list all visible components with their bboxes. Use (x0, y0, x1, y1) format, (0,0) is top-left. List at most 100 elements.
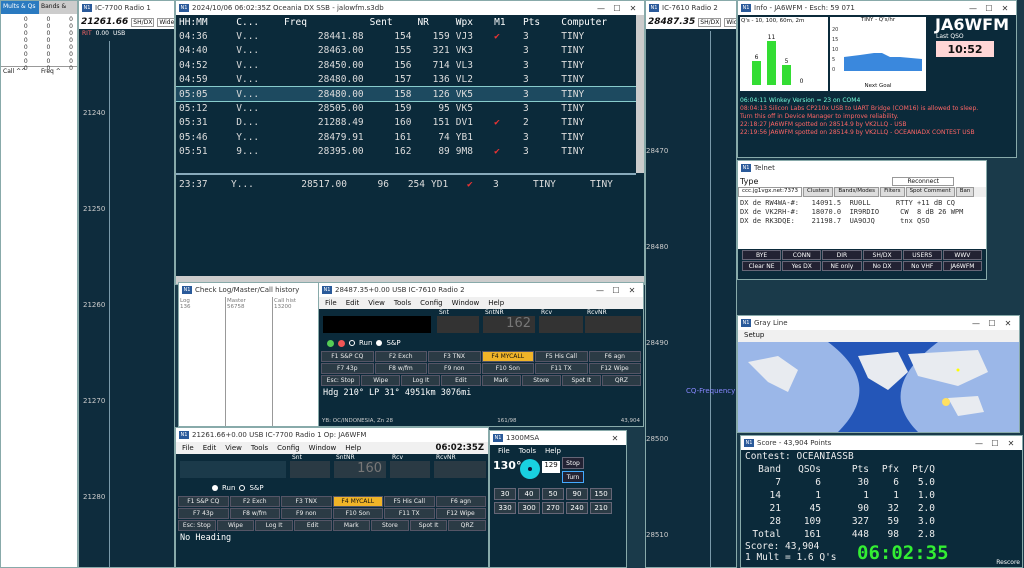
table-row[interactable]: 04:40 V... 28463.00 155 321 VK3 3 TINY (176, 44, 644, 58)
function-key-button[interactable]: F2 Exch (229, 496, 280, 507)
tab-bands[interactable]: Bands & (39, 1, 77, 14)
telnet-button[interactable]: No VHF (902, 261, 942, 271)
telnet-tab[interactable]: Bands/Modes (834, 187, 880, 197)
function-key-button[interactable]: F6 agn (588, 351, 641, 362)
rotor-preset-button[interactable]: 40 (518, 488, 540, 500)
function-key-button[interactable]: Log It (255, 520, 293, 531)
function-key-button[interactable]: F8 w/fm (374, 363, 427, 374)
call-column-header[interactable]: Call ^^ (1, 67, 39, 76)
menu-item[interactable]: File (182, 444, 194, 452)
radio2-shdx-button[interactable]: SH/DX (698, 17, 722, 27)
function-key-button[interactable]: F2 Exch (374, 351, 427, 362)
telnet-button[interactable]: Clear NE (742, 261, 782, 271)
function-key-button[interactable]: F8 w/fm (229, 508, 280, 519)
close-icon[interactable]: ✕ (607, 434, 623, 443)
grayline-map[interactable] (738, 342, 1020, 432)
minimize-icon[interactable]: — (592, 286, 608, 295)
function-key-button[interactable]: F1 S&P CQ (321, 351, 374, 362)
menu-item[interactable]: Tools (394, 299, 411, 307)
maximize-icon[interactable]: ☐ (981, 4, 997, 13)
function-key-button[interactable]: F3 TNX (281, 496, 332, 507)
radio1-freq-ruler[interactable] (109, 41, 110, 567)
telnet-button[interactable]: Yes DX (782, 261, 822, 271)
checklog-col-master[interactable]: Master 56758 (226, 297, 273, 426)
telnet-button[interactable]: WWV (942, 250, 982, 260)
rotor-preset-button[interactable]: 210 (590, 502, 612, 514)
telnet-spot-line[interactable]: DX de RK3DQE: 21198.7 UA9OJQ tnx QSO (740, 217, 984, 226)
menu-item[interactable]: File (325, 299, 337, 307)
entry2-callsign-input[interactable] (323, 316, 431, 333)
col-sent[interactable]: Sent (367, 15, 415, 29)
function-key-button[interactable]: F3 TNX (428, 351, 481, 362)
run-radio[interactable] (212, 485, 218, 491)
telnet-button[interactable]: DIR (822, 250, 862, 260)
function-key-button[interactable]: Mark (332, 520, 371, 531)
menu-item[interactable]: Window (309, 444, 337, 452)
telnet-tab[interactable]: Filters (880, 187, 905, 197)
maximize-icon[interactable]: ☐ (609, 4, 625, 13)
menu-item[interactable]: Help (545, 447, 561, 455)
radio1-shdx-button[interactable]: SH/DX (131, 17, 155, 27)
menu-item[interactable]: View (368, 299, 385, 307)
close-icon[interactable]: ✕ (1000, 319, 1016, 328)
rotor-preset-button[interactable]: 270 (542, 502, 564, 514)
function-key-button[interactable]: Wipe (216, 520, 255, 531)
menu-item[interactable]: File (498, 447, 510, 455)
sp-radio[interactable] (239, 485, 246, 491)
entry1-rcvnr-input[interactable] (434, 461, 486, 478)
function-key-button[interactable]: Spot It (409, 520, 448, 531)
radio1-wide-button[interactable]: Wide (157, 17, 174, 27)
menu-item[interactable]: Help (345, 444, 361, 452)
table-row[interactable]: 23:37 Y... 28517.00 96 254 YD1 ✔ 3 TINY … (176, 177, 644, 191)
maximize-icon[interactable]: ☐ (608, 286, 624, 295)
cq-frequency-label[interactable]: CQ-Frequency (686, 387, 735, 395)
telnet-tab[interactable]: Clusters (802, 187, 834, 197)
function-key-button[interactable]: Esc: Stop (321, 375, 361, 386)
table-row[interactable]: 05:46 Y... 28479.91 161 74 YB1 3 TINY (176, 130, 644, 144)
menu-item[interactable]: Help (488, 299, 504, 307)
reconnect-button[interactable]: Reconnect (892, 176, 954, 186)
entry1-callsign-input[interactable] (180, 461, 286, 478)
function-key-button[interactable]: F7 43p (178, 508, 229, 519)
telnet-button[interactable]: JA6WFM (942, 261, 982, 271)
menu-item[interactable]: Window (452, 299, 480, 307)
checklog-col-log[interactable]: Log 136 (179, 297, 226, 426)
close-icon[interactable]: ✕ (624, 286, 640, 295)
entry2-rcvnr-input[interactable] (585, 316, 641, 333)
rotor-compass-icon[interactable] (520, 459, 540, 479)
function-key-button[interactable]: F7 43p (321, 363, 374, 374)
log-scrollbar[interactable] (636, 15, 644, 173)
table-row[interactable]: 04:59 V... 28480.00 157 136 VL2 3 TINY (176, 73, 644, 87)
minimize-icon[interactable]: — (971, 439, 987, 448)
function-key-button[interactable]: F10 Son (481, 363, 534, 374)
close-icon[interactable]: ✕ (1003, 439, 1019, 448)
telnet-button[interactable]: NE only (822, 261, 862, 271)
table-row[interactable]: 05:31 D... 21288.49 160 151 DV1 ✔ 2 TINY (176, 116, 644, 130)
radio2-wide-button[interactable]: Wide (724, 17, 736, 27)
function-key-button[interactable]: Edit (441, 375, 481, 386)
telnet-button[interactable]: CONN (782, 250, 822, 260)
maximize-icon[interactable]: ☐ (984, 319, 1000, 328)
col-wpx[interactable]: Wpx (453, 15, 491, 29)
function-key-button[interactable]: F9 non (281, 508, 332, 519)
menu-item[interactable]: Tools (519, 447, 536, 455)
entry2-rcv-input[interactable] (539, 316, 583, 333)
col-pts[interactable]: Pts (520, 15, 558, 29)
menu-item[interactable]: Edit (203, 444, 217, 452)
function-key-button[interactable]: Spot It (561, 375, 601, 386)
telnet-tab[interactable]: Spot Comment (905, 187, 955, 197)
checklog-col-callhist[interactable]: Call hist 13200 (273, 297, 319, 426)
function-key-button[interactable]: F4 MYCALL (332, 496, 383, 507)
col-nr[interactable]: NR (414, 15, 452, 29)
rotor-target-input[interactable]: 129 (542, 461, 560, 473)
function-key-button[interactable]: QRZ (601, 375, 641, 386)
minimize-icon[interactable]: — (965, 4, 981, 13)
telnet-spot-line[interactable]: DX de VK2RH-#: 18070.0 IR9RDIO CW 8 dB 2… (740, 208, 984, 217)
function-key-button[interactable]: Esc: Stop (178, 520, 216, 531)
function-key-button[interactable]: F11 TX (384, 508, 435, 519)
run-radio[interactable] (349, 340, 355, 346)
rotor-preset-button[interactable]: 30 (494, 488, 516, 500)
table-row[interactable]: 05:05 V... 28480.00 158 126 VK5 3 TINY (176, 86, 644, 102)
freq-column-header[interactable]: Freq ^ (39, 67, 77, 76)
rotor-turn-button[interactable]: Turn (562, 471, 584, 483)
